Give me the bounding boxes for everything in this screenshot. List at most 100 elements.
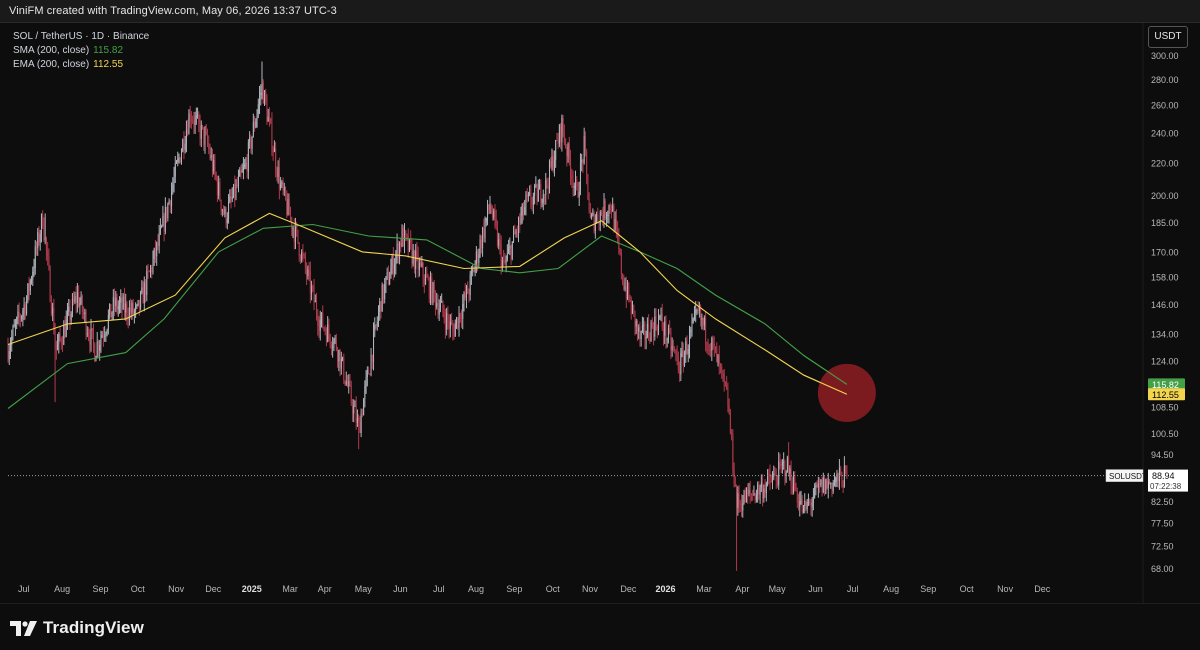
- y-tick-label: 300.00: [1151, 51, 1179, 61]
- candle-body: [290, 215, 292, 218]
- candle-body: [491, 213, 493, 218]
- candle-body: [542, 194, 544, 203]
- candle-body: [701, 318, 703, 320]
- candle-body: [280, 184, 282, 189]
- candle-body: [518, 218, 520, 233]
- candle-body: [670, 332, 672, 351]
- candle-body: [206, 133, 208, 143]
- candle-body: [843, 466, 845, 488]
- candle-body: [157, 242, 159, 246]
- candle-body: [691, 322, 693, 331]
- candle-body: [304, 255, 306, 268]
- candle-body: [723, 373, 725, 382]
- price-chart[interactable]: 300.00 280.00 260.00 240.00 220.00 200.00 185.…: [0, 0, 1200, 603]
- candle-body: [159, 226, 161, 234]
- candle-body: [276, 169, 278, 178]
- candle-body: [660, 313, 662, 317]
- y-tick-label: 240.00: [1151, 128, 1179, 138]
- candle-body: [601, 211, 603, 215]
- candle-body: [520, 215, 522, 224]
- candle-body: [58, 333, 60, 344]
- candle-body: [468, 293, 470, 295]
- candle-body: [52, 307, 54, 314]
- candle-body: [116, 297, 118, 310]
- candle-body: [644, 324, 646, 339]
- candle-body: [565, 142, 567, 147]
- candle-body: [32, 272, 34, 280]
- candle-body: [515, 231, 517, 235]
- overlays: [8, 354, 1143, 477]
- candle-body: [743, 490, 745, 504]
- candle-body: [573, 185, 575, 188]
- candle-body: [179, 157, 181, 163]
- candle-body: [195, 115, 197, 117]
- candle-body: [646, 323, 648, 338]
- candle-body: [328, 324, 330, 335]
- candle-body: [545, 180, 547, 195]
- candle-body: [332, 346, 334, 349]
- candle-body: [312, 286, 314, 288]
- candle-body: [659, 316, 661, 318]
- currency-button[interactable]: USDT: [1148, 26, 1188, 48]
- candle-body: [464, 293, 466, 298]
- candle-body: [343, 357, 345, 381]
- candle-body: [578, 191, 580, 198]
- candle-body: [334, 337, 336, 340]
- candle-body: [833, 482, 835, 484]
- x-tick-label: Oct: [546, 584, 561, 594]
- candle-body: [57, 343, 59, 351]
- x-tick-label: Apr: [318, 584, 332, 594]
- candle-body: [235, 184, 237, 198]
- candle-body: [710, 350, 712, 352]
- candle-body: [705, 317, 707, 343]
- candle-body: [448, 321, 450, 329]
- candle-body: [360, 413, 362, 434]
- candle-body: [68, 306, 70, 312]
- candle-body: [620, 252, 622, 275]
- candle-body: [441, 300, 443, 303]
- candle-body: [544, 194, 546, 196]
- tradingview-logo[interactable]: TradingView: [10, 618, 144, 638]
- y-tick-label: 108.50: [1151, 402, 1179, 412]
- candle-body: [327, 324, 329, 342]
- candle-body: [246, 162, 248, 172]
- candle-body: [477, 251, 479, 263]
- candle-body: [111, 312, 113, 318]
- candle-body: [608, 205, 610, 215]
- candle-body: [726, 385, 728, 390]
- candle-body: [394, 264, 396, 274]
- candle-body: [677, 357, 679, 371]
- candle-body: [733, 469, 735, 484]
- candle-body: [373, 331, 375, 362]
- candle-body: [572, 177, 574, 188]
- candle-body: [423, 277, 425, 285]
- candle-body: [799, 501, 801, 508]
- candle-body: [456, 317, 458, 325]
- candle-body: [447, 313, 449, 322]
- highlight-circle: [817, 363, 876, 422]
- candle-body: [548, 161, 550, 189]
- candle-body: [622, 274, 624, 283]
- candle-body: [265, 91, 267, 103]
- candle-body: [488, 204, 490, 210]
- candle-body: [754, 493, 756, 501]
- candle-body: [14, 323, 16, 327]
- candle-body: [738, 493, 740, 504]
- candle-body: [353, 406, 355, 414]
- candle-body: [541, 202, 543, 204]
- x-tick-label: Nov: [997, 584, 1014, 594]
- candle-body: [757, 484, 759, 495]
- candle-body: [408, 238, 410, 251]
- candle-body: [475, 251, 477, 264]
- candle-body: [359, 421, 361, 434]
- candle-body: [452, 324, 454, 331]
- candle-body: [681, 351, 683, 354]
- x-tick-label: Mar: [282, 584, 298, 594]
- candle-body: [137, 299, 139, 306]
- candle-body: [524, 207, 526, 215]
- x-tick-label: Sep: [920, 584, 936, 594]
- candle-body: [555, 140, 557, 161]
- candle-body: [28, 283, 30, 291]
- candle-body: [521, 204, 523, 216]
- candle-body: [840, 468, 842, 475]
